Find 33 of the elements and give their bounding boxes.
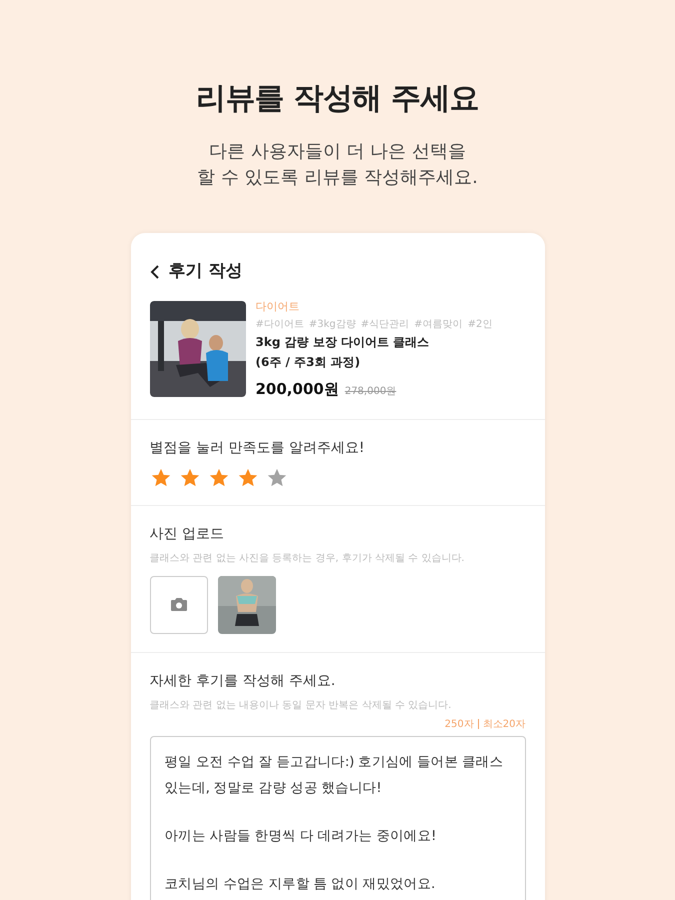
product-name: (6주 / 주3회 과정)	[256, 354, 362, 371]
star-icon[interactable]	[150, 466, 172, 488]
hashtag: #여름맞이	[414, 318, 463, 332]
star-icon[interactable]	[208, 466, 230, 488]
back-icon[interactable]	[148, 264, 160, 280]
review-hint: 클래스와 관련 없는 내용이나 동일 문자 반복은 삭제될 수 있습니다.	[150, 698, 452, 712]
camera-icon	[170, 597, 188, 612]
rating-label: 별점을 눌러 만족도를 알려주세요!	[150, 438, 366, 458]
review-paragraph: 평일 오전 수업 잘 듣고갑니다:) 호기심에 들어본 클래스 있는데, 정말로 감량 성공 했습니다!	[164, 752, 504, 798]
hashtag: #2인	[468, 318, 492, 332]
screen-title: 후기 작성	[168, 260, 242, 283]
hashtag: #식단관리	[360, 318, 410, 332]
photo-upload-label: 사진 업로드	[150, 524, 225, 544]
product-name: 3kg 감량 보장 다이어트 클래스	[256, 334, 430, 351]
photo-upload-hint: 클래스와 관련 없는 사진을 등록하는 경우, 후기가 삭제될 수 있습니다.	[150, 552, 466, 566]
add-photo-button[interactable]	[150, 576, 208, 634]
review-text-area[interactable]: 평일 오전 수업 잘 듣고갑니다:) 호기심에 들어본 클래스 있는데, 정말로 감량 성공 했습니다! 아끼는 사람들 한명씩 다 데려가는 중이에요! 코치님의 수업은 지루할 틈 없이 재밌었어요.	[150, 736, 526, 900]
review-paragraph: 아끼는 사람들 한명씩 다 데려가는 중이에요!	[164, 826, 438, 846]
page-subheading: 할 수 있도록 리뷰를 작성해주세요.	[197, 166, 478, 190]
character-count: 250자	[444, 718, 474, 732]
review-paragraph: 코치님의 수업은 지루할 틈 없이 재밌었어요.	[164, 874, 436, 894]
star-icon[interactable]	[178, 466, 200, 488]
star-icon[interactable]	[236, 466, 258, 488]
hashtag: #다이어트	[256, 318, 304, 332]
review-label: 자세한 후기를 작성해 주세요.	[150, 672, 336, 690]
page-subheading: 다른 사용자들이 더 나은 선택을	[209, 140, 466, 164]
star-icon[interactable]	[266, 466, 288, 488]
hashtag: #3kg감량	[308, 318, 356, 332]
original-price: 278,000원	[344, 384, 396, 398]
category-label: 다이어트	[256, 298, 300, 314]
minimum-length: 최소20자	[482, 718, 526, 732]
price: 200,000원	[256, 379, 339, 400]
page-heading: 리뷰를 작성해 주세요	[196, 80, 479, 118]
